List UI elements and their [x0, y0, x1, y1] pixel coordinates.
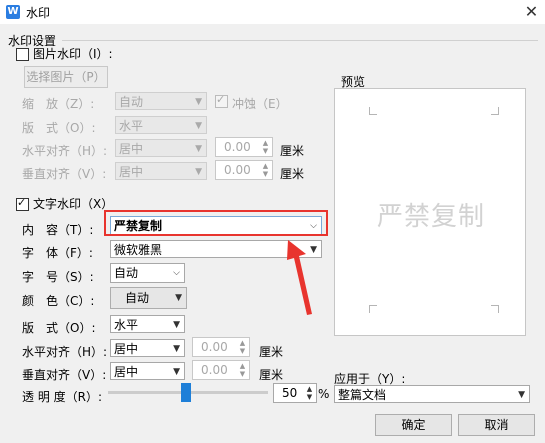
wps-app-icon: W — [6, 5, 20, 19]
text-halign-unit: 厘米 — [259, 345, 284, 359]
chevron-down-icon: ▼ — [173, 344, 180, 354]
transparency-slider-thumb[interactable] — [181, 383, 191, 402]
spinner-arrows-icon[interactable]: ▲ ▼ — [305, 385, 314, 401]
text-halign-offset-value: 0.00 — [201, 340, 228, 354]
transparency-unit: % — [318, 387, 330, 401]
picture-halign-select[interactable]: 居中 ▼ — [115, 139, 207, 157]
text-layout-label: 版 式（O）: — [22, 321, 96, 335]
cancel-button[interactable]: 取消 — [458, 414, 535, 436]
chevron-down-icon: ▼ — [173, 320, 180, 330]
picture-halign-label: 水平对齐（H）: — [22, 144, 108, 158]
text-valign-label: 垂直对齐（V）: — [22, 368, 107, 382]
text-halign-label: 水平对齐（H）: — [22, 345, 108, 359]
chevron-down-icon: ▼ — [195, 167, 202, 177]
text-halign-offset-spinner[interactable]: 0.00 ▲ ▼ — [192, 337, 250, 357]
size-select[interactable]: 自动 ⌵ — [110, 263, 185, 283]
content-label: 内 容（T）: — [22, 223, 94, 237]
chevron-down-icon: ▼ — [195, 121, 202, 131]
text-valign-unit: 厘米 — [259, 368, 284, 382]
picture-watermark-checkbox[interactable] — [16, 48, 29, 61]
washout-checkbox[interactable] — [215, 93, 228, 108]
group-divider — [62, 40, 538, 41]
margin-corner-mark — [369, 305, 377, 313]
picture-layout-label: 版 式（O）: — [22, 121, 96, 135]
chevron-down-icon: ▼ — [173, 367, 180, 377]
color-dropdown-button[interactable]: 自动 ▼ — [110, 287, 187, 309]
text-watermark-label: 文字水印（X） — [33, 197, 114, 211]
picture-halign-value: 居中 — [119, 142, 144, 156]
picture-layout-select[interactable]: 水平 ▼ — [115, 116, 207, 134]
transparency-value: 50 — [282, 386, 298, 400]
red-arrow-annotation — [287, 240, 312, 315]
size-label: 字 号（S）: — [22, 270, 94, 284]
picture-valign-offset-value: 0.00 — [224, 163, 251, 177]
text-watermark-checkbox[interactable] — [16, 196, 29, 211]
transparency-spinner[interactable]: 50 ▲ ▼ — [273, 383, 317, 403]
margin-corner-mark — [491, 305, 499, 313]
scale-value: 自动 — [119, 95, 144, 109]
ok-button[interactable]: 确定 — [375, 414, 452, 436]
picture-halign-offset-value: 0.00 — [224, 140, 251, 154]
font-value: 微软雅黑 — [114, 243, 163, 257]
text-halign-value: 居中 — [114, 342, 139, 356]
chevron-down-icon: ▼ — [195, 97, 202, 107]
spinner-arrows-icon[interactable]: ▲ ▼ — [238, 362, 247, 378]
text-valign-offset-value: 0.00 — [201, 363, 228, 377]
picture-valign-select[interactable]: 居中 ▼ — [115, 162, 207, 180]
transparency-label: 透 明 度（R）: — [22, 390, 103, 404]
spinner-arrows-icon[interactable]: ▲ ▼ — [261, 162, 270, 178]
chevron-down-icon: ▼ — [195, 144, 202, 154]
text-halign-select[interactable]: 居中 ▼ — [110, 339, 185, 357]
select-picture-button[interactable]: 选择图片（P） — [24, 66, 108, 88]
picture-halign-unit: 厘米 — [280, 144, 305, 158]
picture-valign-value: 居中 — [119, 165, 144, 179]
title-bar — [0, 0, 545, 24]
picture-valign-offset-spinner[interactable]: 0.00 ▲ ▼ — [215, 160, 273, 180]
text-valign-offset-spinner[interactable]: 0.00 ▲ ▼ — [192, 360, 250, 380]
scale-select[interactable]: 自动 ▼ — [115, 92, 207, 110]
text-layout-select[interactable]: 水平 ▼ — [110, 315, 185, 333]
picture-halign-offset-spinner[interactable]: 0.00 ▲ ▼ — [215, 137, 273, 157]
chevron-down-icon: ▼ — [518, 390, 525, 400]
scale-label: 缩 放（Z）: — [22, 97, 95, 111]
apply-to-value: 整篇文档 — [338, 388, 387, 402]
picture-valign-unit: 厘米 — [280, 167, 305, 181]
chevron-down-icon: ▼ — [175, 293, 182, 303]
chevron-down-icon: ⌵ — [173, 268, 180, 278]
picture-watermark-label: 图片水印（I）: — [33, 47, 113, 61]
apply-to-select[interactable]: 整篇文档 ▼ — [334, 385, 530, 403]
color-value: 自动 — [125, 291, 150, 305]
text-layout-value: 水平 — [114, 318, 139, 332]
washout-label: 冲蚀（E） — [232, 97, 288, 111]
spinner-arrows-icon[interactable]: ▲ ▼ — [238, 339, 247, 355]
text-valign-select[interactable]: 居中 ▼ — [110, 362, 185, 380]
preview-watermark-text: 严禁复制 — [377, 202, 486, 232]
close-icon[interactable]: ✕ — [518, 0, 545, 24]
picture-valign-label: 垂直对齐（V）: — [22, 167, 107, 181]
color-label: 颜 色（C）: — [22, 294, 95, 308]
margin-corner-mark — [491, 107, 499, 115]
size-value: 自动 — [114, 266, 139, 280]
window-title: 水印 — [26, 6, 51, 20]
spinner-arrows-icon[interactable]: ▲ ▼ — [261, 139, 270, 155]
picture-layout-value: 水平 — [119, 119, 144, 133]
highlight-box — [104, 210, 328, 236]
font-label: 字 体（F）: — [22, 246, 93, 260]
text-valign-value: 居中 — [114, 365, 139, 379]
margin-corner-mark — [369, 107, 377, 115]
